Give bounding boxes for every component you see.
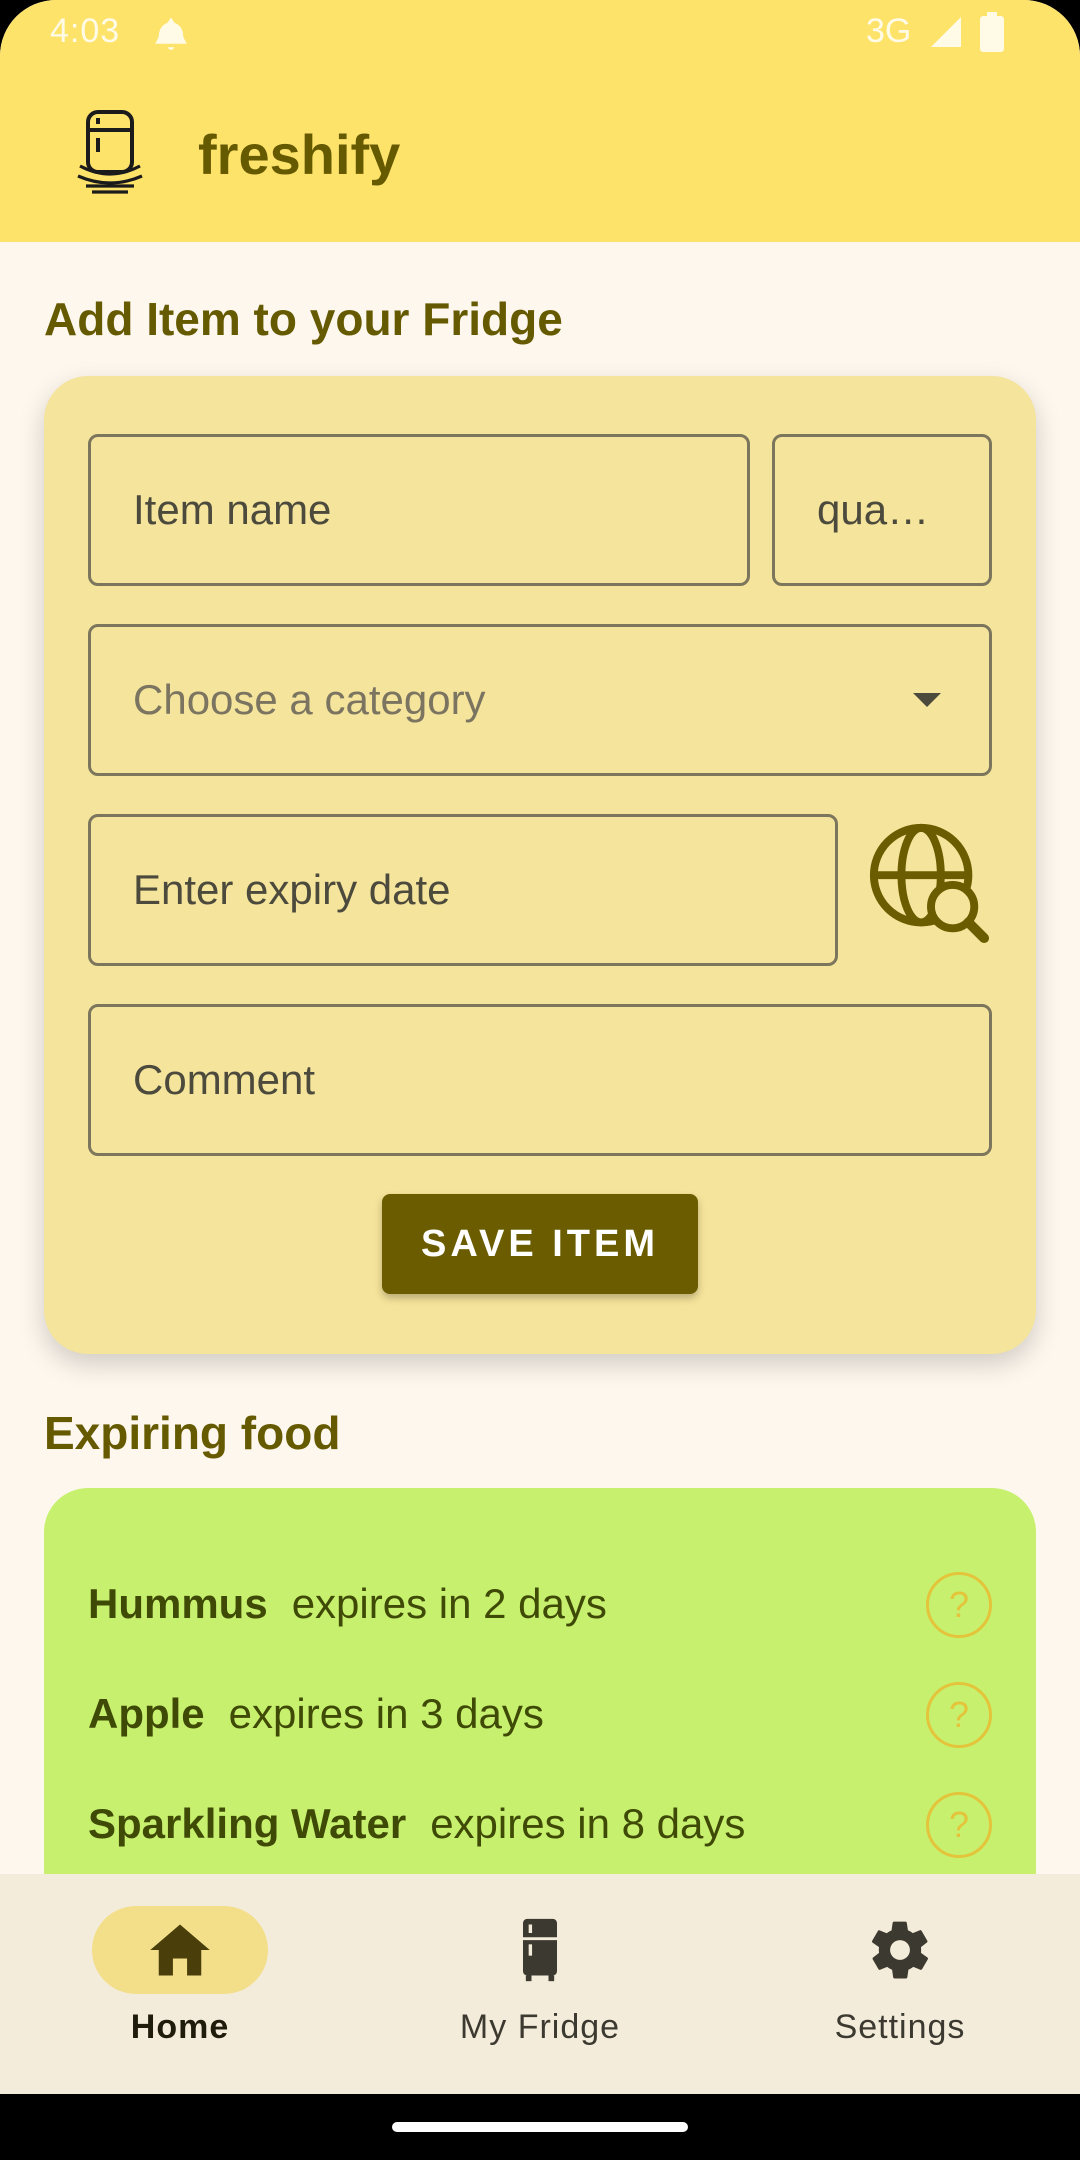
network-type: 3G (866, 12, 912, 50)
category-placeholder: Choose a category (133, 676, 486, 723)
expiring-item-name: Apple (88, 1690, 205, 1737)
expiring-item-text: expires in 8 days (430, 1800, 746, 1847)
category-dropdown[interactable]: Choose a category (88, 624, 992, 776)
save-item-button[interactable]: SAVE ITEM (382, 1194, 698, 1294)
nav-label-home: Home (130, 2008, 230, 2046)
dropdown-arrow-icon (913, 693, 941, 707)
top-app-bar: 4:03 3G freshify (0, 0, 1080, 242)
home-icon (150, 1924, 210, 1976)
globe-search-icon[interactable] (866, 820, 992, 946)
expiry-date-field[interactable]: Enter expiry date (88, 814, 838, 966)
add-item-heading: Add Item to your Fridge (44, 293, 563, 345)
gear-icon (872, 1921, 928, 1979)
add-item-card: Item name qua… Choose a category Enter e… (44, 376, 1036, 1354)
nav-label-settings: Settings (834, 2008, 966, 2046)
help-icon[interactable]: ? (926, 1572, 992, 1638)
expiring-item-row: Sparkling Water expires in 8 days ? (88, 1784, 992, 1864)
gesture-navigation-bar (0, 2094, 1080, 2160)
comment-field[interactable]: Comment (88, 1004, 992, 1156)
expiring-item-text: expires in 2 days (291, 1580, 607, 1627)
nav-item-my-fridge[interactable]: My Fridge (360, 1874, 720, 2094)
expiring-item-text: expires in 3 days (228, 1690, 544, 1737)
comment-placeholder: Comment (133, 1056, 316, 1103)
quantity-field[interactable]: qua… (772, 434, 992, 586)
fridge-logo-icon (77, 110, 143, 194)
nav-label-my-fridge: My Fridge (459, 2008, 621, 2046)
expiry-date-placeholder: Enter expiry date (133, 866, 451, 913)
status-bar: 4:03 3G (0, 0, 1080, 66)
item-name-field[interactable]: Item name (88, 434, 750, 586)
fridge-icon (523, 1918, 557, 1982)
item-name-placeholder: Item name (133, 486, 332, 533)
quantity-placeholder: qua… (817, 486, 930, 533)
expiring-food-heading: Expiring food (44, 1407, 341, 1459)
app-screen: 4:03 3G freshify Add Item to your Fridge… (0, 0, 1080, 2160)
notification-bell-icon (155, 17, 187, 50)
status-time: 4:03 (50, 12, 121, 50)
gesture-handle[interactable] (392, 2122, 688, 2132)
app-title: freshify (198, 123, 401, 186)
battery-icon (980, 12, 1004, 52)
help-icon[interactable]: ? (926, 1682, 992, 1748)
nav-item-home[interactable]: Home (0, 1874, 360, 2094)
expiring-item-name: Sparkling Water (88, 1800, 407, 1847)
bottom-navigation: Home My Fridge Settings (0, 1874, 1080, 2094)
nav-item-settings[interactable]: Settings (720, 1874, 1080, 2094)
expiring-food-card: Hummus expires in 2 days ? Apple expires… (44, 1488, 1036, 1908)
signal-icon (931, 17, 961, 47)
expiring-item-name: Hummus (88, 1580, 268, 1627)
expiring-item-row: Hummus expires in 2 days ? (88, 1564, 992, 1644)
help-icon[interactable]: ? (926, 1792, 992, 1858)
expiring-item-row: Apple expires in 3 days ? (88, 1674, 992, 1754)
